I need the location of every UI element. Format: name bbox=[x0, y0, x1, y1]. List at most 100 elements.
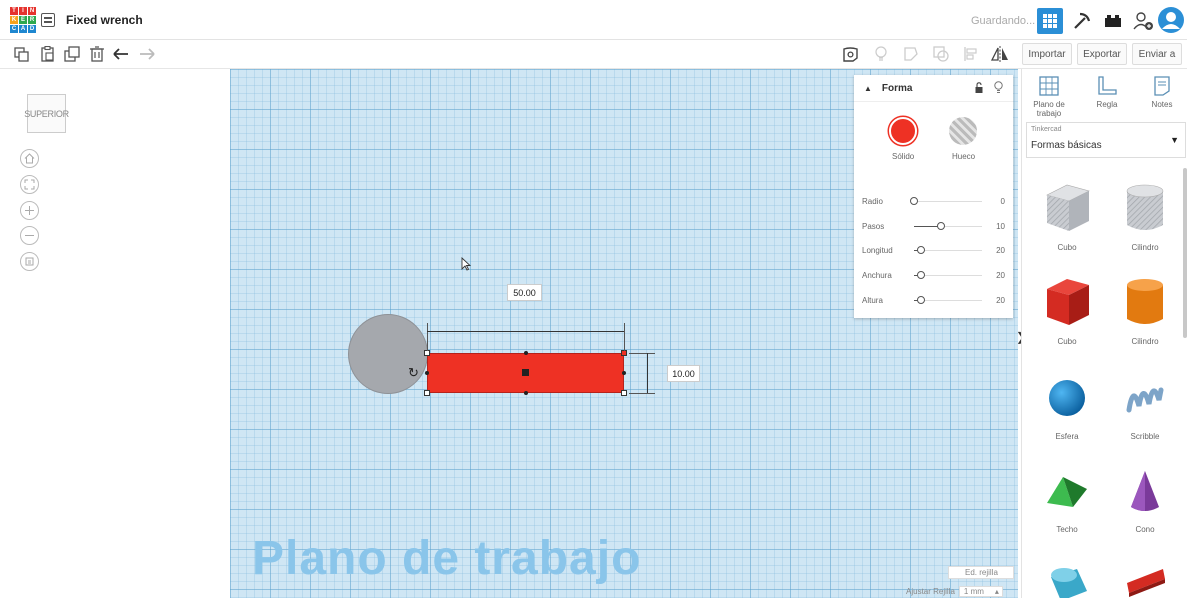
shape-label: Cubo bbox=[1057, 243, 1077, 252]
shape-label: Scribble bbox=[1130, 432, 1160, 441]
copy-icon[interactable] bbox=[12, 45, 30, 63]
property-value[interactable]: 20 bbox=[996, 271, 1005, 280]
paste-icon[interactable] bbox=[38, 45, 56, 63]
library-name: Formas básicas bbox=[1031, 140, 1102, 151]
shape-cylinder-orange[interactable]: Cilindro bbox=[1107, 275, 1183, 360]
3d-view-icon[interactable] bbox=[1037, 8, 1063, 34]
undo-icon[interactable] bbox=[112, 45, 130, 63]
shape-text[interactable] bbox=[1107, 561, 1183, 598]
width-dimension-label[interactable]: 10.00 bbox=[667, 365, 700, 382]
trash-icon[interactable] bbox=[88, 45, 106, 63]
text-shape-icon bbox=[1127, 569, 1165, 597]
mirror-icon[interactable] bbox=[990, 45, 1010, 63]
property-row: Pasos 10 bbox=[862, 218, 1005, 236]
shape-cube-hole[interactable]: Cubo bbox=[1029, 181, 1105, 266]
view-cube[interactable]: SUPERIOR bbox=[24, 94, 69, 133]
property-row: Altura 20 bbox=[862, 292, 1005, 310]
fit-view-icon[interactable] bbox=[20, 175, 39, 194]
library-source: Tinkercad bbox=[1031, 126, 1062, 133]
property-row: Longitud 20 bbox=[862, 242, 1005, 260]
property-value[interactable]: 20 bbox=[996, 296, 1005, 305]
solid-color-swatch[interactable] bbox=[889, 117, 917, 145]
notes-visibility-icon[interactable] bbox=[840, 45, 860, 63]
document-title[interactable]: Fixed wrench bbox=[66, 13, 143, 27]
resize-handle[interactable] bbox=[621, 390, 627, 396]
zoom-in-icon[interactable] bbox=[20, 201, 39, 220]
snap-grid-select[interactable]: 1 mm ▴ bbox=[958, 585, 1003, 597]
height-handle[interactable] bbox=[522, 369, 529, 376]
slider-knob[interactable] bbox=[916, 271, 925, 279]
shape-scribble[interactable]: Scribble bbox=[1107, 370, 1183, 455]
home-view-icon[interactable] bbox=[20, 149, 39, 168]
shape-cone[interactable]: Cono bbox=[1107, 463, 1183, 548]
tinkercad-logo[interactable]: T I N K E R C A D bbox=[10, 7, 36, 33]
projection-icon[interactable] bbox=[20, 252, 39, 271]
align-icon[interactable] bbox=[962, 45, 980, 63]
lock-icon[interactable] bbox=[975, 82, 983, 96]
shape-sphere[interactable]: Esfera bbox=[1029, 370, 1105, 455]
hole-swatch[interactable] bbox=[949, 117, 977, 145]
shape-label: Cilindro bbox=[1131, 243, 1159, 252]
sphere-icon bbox=[1049, 380, 1085, 416]
property-value[interactable]: 0 bbox=[1001, 197, 1005, 206]
export-button[interactable]: Exportar bbox=[1077, 43, 1127, 65]
workplane-tool-label: Plano de trabajo bbox=[1033, 100, 1065, 118]
shape-cube-red[interactable]: Cubo bbox=[1029, 275, 1105, 360]
caret-up-icon: ▴ bbox=[994, 586, 999, 596]
lightbulb-icon[interactable] bbox=[872, 45, 890, 63]
send-to-button[interactable]: Enviar a bbox=[1132, 43, 1182, 65]
resize-handle[interactable] bbox=[524, 351, 528, 355]
slider-knob[interactable] bbox=[910, 197, 918, 205]
shape-roof[interactable]: Techo bbox=[1029, 463, 1105, 548]
resize-handle[interactable] bbox=[425, 371, 429, 375]
mouse-cursor-icon bbox=[461, 256, 472, 274]
collapse-icon[interactable]: ▲ bbox=[864, 84, 872, 93]
shape-label: Cilindro bbox=[1131, 337, 1159, 346]
shape-cylinder-hole[interactable]: Cilindro bbox=[1107, 181, 1183, 266]
slider-knob[interactable] bbox=[916, 296, 925, 304]
cube-icon bbox=[1047, 279, 1089, 325]
gray-cylinder-shape[interactable] bbox=[348, 314, 428, 394]
shape-cylinder-teal[interactable] bbox=[1029, 561, 1105, 598]
lightbulb-icon[interactable] bbox=[994, 81, 1003, 97]
property-value[interactable]: 10 bbox=[996, 222, 1005, 231]
import-button[interactable]: Importar bbox=[1022, 43, 1072, 65]
rotate-handle-icon[interactable]: ↻ bbox=[408, 365, 419, 381]
resize-handle[interactable] bbox=[622, 371, 626, 375]
pickaxe-icon[interactable] bbox=[1069, 8, 1095, 34]
resize-handle[interactable] bbox=[524, 391, 528, 395]
group-icon[interactable] bbox=[902, 45, 920, 63]
shapes-scrollbar[interactable] bbox=[1183, 168, 1187, 338]
logo-letter: K bbox=[10, 16, 18, 24]
bricks-icon[interactable] bbox=[1100, 8, 1126, 34]
hole-label: Hueco bbox=[952, 152, 976, 161]
chevron-down-icon: ▼ bbox=[1170, 135, 1179, 145]
ruler-tool-label: Regla bbox=[1096, 100, 1118, 109]
shape-label: Techo bbox=[1056, 525, 1078, 534]
user-avatar[interactable] bbox=[1157, 6, 1185, 34]
shape-label: Esfera bbox=[1055, 432, 1079, 441]
workplane-tool[interactable]: Plano de trabajo bbox=[1026, 75, 1072, 118]
ruler-tool[interactable]: Regla bbox=[1084, 75, 1130, 109]
inspector-title: Forma bbox=[881, 82, 913, 94]
property-value[interactable]: 20 bbox=[996, 246, 1005, 255]
slider-knob[interactable] bbox=[916, 246, 925, 254]
dimension-extension-line bbox=[427, 323, 428, 351]
length-dimension-label[interactable]: 50.00 bbox=[507, 284, 542, 301]
zoom-out-icon[interactable] bbox=[20, 226, 39, 245]
snap-grid-control[interactable]: Ajustar Rejilla 1 mm ▴ bbox=[902, 584, 1014, 598]
ungroup-icon[interactable] bbox=[932, 45, 950, 63]
shape-library-select[interactable]: Tinkercad Formas básicas ▼ bbox=[1026, 122, 1186, 158]
design-list-icon[interactable] bbox=[41, 13, 55, 27]
logo-letter: I bbox=[19, 7, 27, 15]
edit-grid-button[interactable]: Ed. rejilla bbox=[948, 566, 1014, 579]
shape-label: Cono bbox=[1135, 525, 1155, 534]
redo-icon[interactable] bbox=[138, 45, 156, 63]
logo-letter: C bbox=[10, 25, 18, 33]
resize-handle[interactable] bbox=[424, 390, 430, 396]
duplicate-icon[interactable] bbox=[63, 45, 81, 63]
notes-tool[interactable]: Notes bbox=[1139, 75, 1185, 109]
logo-letter: D bbox=[28, 25, 36, 33]
add-user-icon[interactable] bbox=[1130, 8, 1156, 34]
slider-knob[interactable] bbox=[937, 222, 946, 230]
